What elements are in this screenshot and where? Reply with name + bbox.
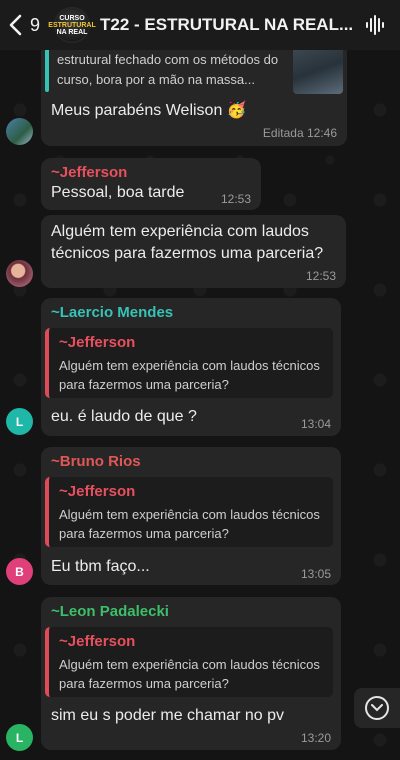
message-text: Meus parabéns Welison 🥳 — [51, 102, 247, 119]
reply-quote[interactable]: ~Jefferson Alguém tem experiência com la… — [45, 477, 333, 547]
message-bubble[interactable]: ~Leon Padalecki ~Jefferson Alguém tem ex… — [41, 597, 341, 750]
scroll-to-bottom-button[interactable] — [354, 688, 400, 728]
user-avatar[interactable]: L — [6, 408, 33, 435]
chevron-down-icon — [365, 696, 389, 720]
message-bubble[interactable]: ~Bruno Rios ~Jefferson Alguém tem experi… — [41, 447, 341, 585]
quoted-text: Alguém tem experiência com laudos técnic… — [59, 657, 320, 691]
user-avatar[interactable]: B — [6, 558, 33, 585]
message-text: Eu tbm faço... — [51, 558, 150, 575]
message-bubble[interactable]: Alguém tem experiência com laudos técnic… — [41, 215, 346, 288]
user-avatar[interactable] — [6, 260, 33, 287]
message-bubble[interactable]: ~Jefferson Pessoal, boa tarde 12:53 — [41, 158, 261, 210]
edited-label: Editada — [262, 126, 304, 140]
sender-name[interactable]: ~Laercio Mendes — [51, 304, 173, 321]
user-avatar[interactable] — [6, 118, 33, 145]
sender-name[interactable]: ~Bruno Rios — [51, 453, 141, 470]
message-timestamp: 12:53 — [305, 269, 336, 283]
message-timestamp: 12:53 — [220, 192, 251, 206]
back-button[interactable]: 9 — [8, 14, 40, 36]
sender-name[interactable]: ~Jefferson — [51, 164, 127, 181]
quoted-sender: ~Jefferson — [59, 633, 136, 650]
user-avatar[interactable]: L — [6, 724, 33, 751]
message-text: eu. é laudo de que ? — [51, 408, 197, 425]
partial-message-text: estrutural fechado com os métodos do cur… — [57, 52, 279, 87]
reply-quote[interactable]: ~Jefferson Alguém tem experiência com la… — [45, 627, 333, 697]
quoted-text: Alguém tem experiência com laudos técnic… — [59, 358, 320, 392]
message-timestamp: 13:05 — [300, 567, 331, 581]
chevron-left-icon — [9, 14, 22, 36]
reply-quote[interactable]: ~Jefferson Alguém tem experiência com la… — [45, 328, 333, 398]
message-timestamp: 13:20 — [300, 731, 331, 745]
quoted-text: Alguém tem experiência com laudos técnic… — [59, 507, 320, 541]
voice-chat-icon[interactable] — [365, 14, 385, 36]
quoted-sender: ~Jefferson — [59, 334, 136, 351]
message-bubble[interactable]: ~Laercio Mendes ~Jefferson Alguém tem ex… — [41, 298, 341, 436]
group-avatar[interactable]: CURSO ESTRUTURAL NA REAL — [48, 7, 96, 43]
sender-name[interactable]: ~Leon Padalecki — [51, 603, 169, 620]
quoted-sender: ~Jefferson — [59, 483, 136, 500]
chat-header: 9 CURSO ESTRUTURAL NA REAL T22 - ESTRUTU… — [0, 0, 400, 50]
message-timestamp: Editada 12:46 — [262, 126, 337, 140]
message-text: Alguém tem experiência com laudos técnic… — [51, 223, 324, 262]
unread-count: 9 — [30, 14, 41, 35]
group-title[interactable]: T22 - ESTRUTURAL NA REAL... — [100, 15, 355, 35]
message-text: Pessoal, boa tarde — [51, 184, 185, 201]
message-text: sim eu s poder me chamar no pv — [51, 707, 284, 724]
message-timestamp: 13:04 — [300, 417, 331, 431]
